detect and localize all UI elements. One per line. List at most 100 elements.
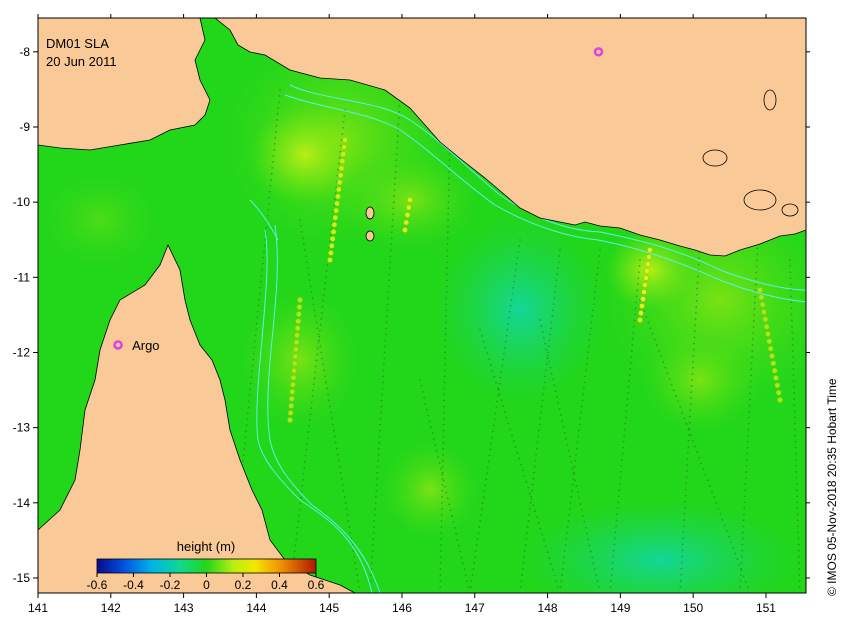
track-dot xyxy=(618,483,621,485)
track-highlight-dot xyxy=(329,235,336,242)
track-dot xyxy=(319,345,322,348)
track-dot xyxy=(452,521,455,523)
track-dot xyxy=(668,377,671,380)
x-tick-label: 151 xyxy=(756,601,776,615)
track-dot xyxy=(614,531,617,534)
track-dot xyxy=(342,121,345,123)
track-dot xyxy=(798,573,801,576)
track-dot xyxy=(792,368,795,370)
track-dot xyxy=(378,441,381,444)
track-dot xyxy=(662,361,665,363)
track-dot xyxy=(573,465,576,468)
track-dot xyxy=(380,405,383,408)
track-dot xyxy=(385,315,388,318)
track-dot xyxy=(439,562,442,564)
track-dot xyxy=(791,337,794,340)
track-dot xyxy=(312,303,315,306)
track-dot xyxy=(375,483,378,486)
track-dot xyxy=(445,297,448,300)
track-dot xyxy=(444,327,447,330)
track-dot xyxy=(377,453,380,456)
track-dot xyxy=(387,291,390,294)
track-dot xyxy=(386,309,389,312)
track-dot xyxy=(445,273,448,276)
track-dot xyxy=(794,446,797,449)
track-dot xyxy=(307,431,310,433)
track-dot xyxy=(505,416,508,419)
track-dot xyxy=(535,453,538,456)
track-dot xyxy=(443,393,446,396)
track-dot xyxy=(624,422,627,425)
track-dot xyxy=(440,543,442,546)
track-highlight-dot xyxy=(287,417,293,423)
track-dot xyxy=(547,351,549,354)
track-dot xyxy=(687,446,690,448)
track-dot xyxy=(442,417,445,420)
track-dot xyxy=(754,283,757,286)
track-dot xyxy=(328,399,330,402)
colorbar-tick-label: 0.6 xyxy=(308,578,325,592)
track-dot xyxy=(797,543,800,546)
track-dot xyxy=(295,538,298,541)
track-highlight-dot xyxy=(293,346,299,353)
track-dot xyxy=(585,363,588,366)
x-tick-label: 146 xyxy=(392,601,412,615)
track-dot xyxy=(582,393,585,396)
track-dot xyxy=(690,391,693,394)
track-dot xyxy=(696,281,699,284)
track-dot xyxy=(245,424,248,427)
track-dot xyxy=(621,458,623,461)
track-dot xyxy=(374,495,377,498)
track-dot xyxy=(320,351,323,354)
track-highlight-dot xyxy=(297,297,303,303)
track-dot xyxy=(509,428,512,431)
track-dot xyxy=(426,408,428,411)
track-highlight-dot xyxy=(294,332,300,339)
track-dot xyxy=(694,324,697,327)
track-dot xyxy=(689,403,692,406)
track-dot xyxy=(307,273,310,276)
track-dot xyxy=(532,477,535,480)
track-dot xyxy=(552,309,554,312)
track-dot xyxy=(740,573,742,576)
track-dot xyxy=(630,355,633,358)
track-dot xyxy=(323,369,326,372)
track-dot xyxy=(587,538,590,541)
track-dot xyxy=(511,434,513,437)
track-dot xyxy=(447,183,450,186)
track-dot xyxy=(496,387,499,390)
track-dot xyxy=(370,562,373,564)
track-dot xyxy=(321,357,324,360)
track-dot xyxy=(793,392,795,395)
track-dot xyxy=(529,501,532,504)
track-dot xyxy=(341,132,344,135)
track-dot xyxy=(639,259,641,261)
track-dot xyxy=(299,502,302,505)
track-dot xyxy=(690,397,692,400)
track-dot xyxy=(751,344,754,347)
track-dot xyxy=(380,411,382,414)
track-dot xyxy=(754,295,756,298)
track-dot xyxy=(556,273,559,275)
track-dot xyxy=(388,273,391,276)
track-dot xyxy=(752,338,754,340)
track-dot xyxy=(692,360,695,363)
track-highlight-dot xyxy=(644,268,650,274)
track-dot xyxy=(457,544,460,547)
track-dot xyxy=(260,280,262,283)
track-dot xyxy=(500,370,503,373)
track-dot xyxy=(713,496,715,499)
track-dot xyxy=(378,435,381,438)
track-dot xyxy=(554,390,557,393)
track-dot xyxy=(626,398,629,401)
track-dot xyxy=(445,315,447,318)
track-dot xyxy=(343,495,346,498)
track-dot xyxy=(448,165,451,167)
track-dot xyxy=(381,381,384,384)
track-dot xyxy=(540,405,543,408)
track-dot xyxy=(355,568,358,570)
track-dot xyxy=(536,441,539,444)
track-dot xyxy=(622,446,624,449)
track-highlight-dot xyxy=(646,254,652,260)
track-dot xyxy=(591,556,594,559)
